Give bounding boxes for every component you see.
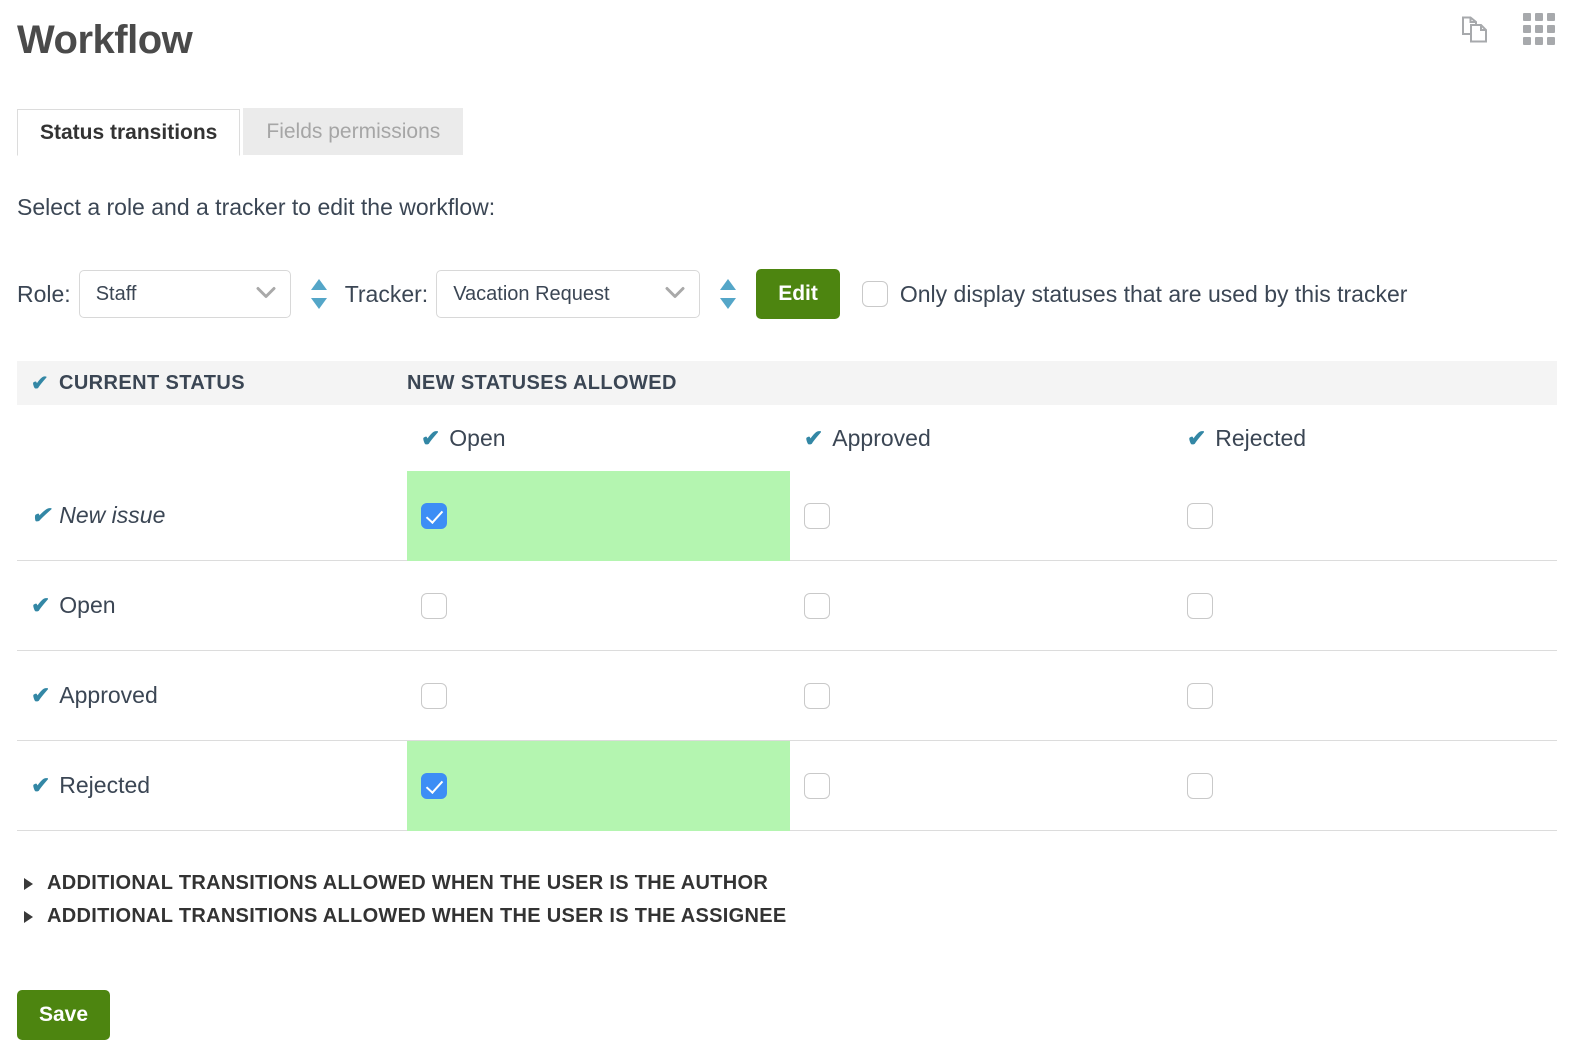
header-new-statuses-allowed: NEW STATUSES ALLOWED: [407, 372, 1543, 395]
check-icon: ✔: [31, 502, 51, 528]
table-header-band: ✔ CURRENT STATUS NEW STATUSES ALLOWED: [17, 361, 1557, 405]
cell-new-issue-rejected: [1173, 471, 1556, 561]
cell-rejected-rejected: [1173, 741, 1556, 831]
row-status-approved: ✔ Approved: [17, 682, 407, 709]
cell-open-rejected: [1173, 561, 1556, 651]
chevron-down-icon: [665, 283, 685, 306]
column-header-approved: ✔ Approved: [790, 425, 1173, 452]
table-row: ✔ Open: [17, 561, 1557, 651]
disclosure-list: ADDITIONAL TRANSITIONS ALLOWED WHEN THE …: [24, 872, 787, 938]
table-row: ✔ Approved: [17, 651, 1557, 741]
role-select-value: Staff: [95, 282, 137, 305]
transition-checkbox[interactable]: [1187, 592, 1213, 619]
tab-bar: Status transitions Fields permissions: [17, 108, 464, 156]
tab-status-transitions[interactable]: Status transitions: [17, 109, 241, 156]
only-display-label: Only display statuses that are used by t…: [899, 280, 1408, 307]
cell-rejected-approved: [790, 741, 1173, 831]
caret-right-icon: [24, 910, 33, 923]
tab-fields-permissions[interactable]: Fields permissions: [243, 108, 464, 155]
row-status-label: Open: [59, 592, 116, 618]
disclosure-author[interactable]: ADDITIONAL TRANSITIONS ALLOWED WHEN THE …: [24, 872, 787, 895]
row-status-new-issue: ✔ New issue: [17, 502, 407, 529]
check-icon: ✔: [31, 592, 51, 618]
copy-pages-icon[interactable]: [1458, 12, 1492, 46]
caret-right-icon: [24, 877, 33, 890]
header-new-statuses-label: NEW STATUSES ALLOWED: [407, 371, 677, 394]
check-icon: ✔: [31, 371, 49, 395]
only-display-option[interactable]: Only display statuses that are used by t…: [861, 280, 1408, 308]
check-icon: ✔: [1187, 424, 1207, 451]
transition-checkbox[interactable]: [804, 772, 830, 799]
transition-checkbox[interactable]: [421, 682, 447, 709]
cell-approved-open: [407, 651, 790, 741]
transition-checkbox[interactable]: [1187, 682, 1213, 709]
row-status-label: Approved: [59, 682, 158, 708]
table-row: ✔ Rejected: [17, 740, 1557, 831]
intro-text: Select a role and a tracker to edit the …: [17, 194, 496, 220]
header-current-status: ✔ CURRENT STATUS: [17, 372, 407, 395]
transition-checkbox[interactable]: [804, 682, 830, 709]
page-title: Workflow: [17, 18, 193, 62]
header-icons: [1458, 12, 1556, 46]
column-header-open-label: Open: [449, 424, 506, 451]
controls-row: Role: Staff Tracker: Vacation Request Ed…: [17, 268, 1407, 320]
chevron-down-icon: [256, 283, 276, 306]
status-column-headers: ✔ Open ✔ Approved ✔ Rejected: [17, 405, 1557, 471]
transition-checkbox[interactable]: [421, 772, 447, 799]
row-status-label: Rejected: [59, 772, 151, 798]
tracker-select-value: Vacation Request: [453, 282, 610, 305]
cell-open-open: [407, 561, 790, 651]
workflow-page: Workflow Status transitions Fields permi…: [0, 0, 1572, 1064]
cell-approved-approved: [790, 651, 1173, 741]
disclosure-assignee-label: ADDITIONAL TRANSITIONS ALLOWED WHEN THE …: [47, 905, 787, 927]
tracker-select[interactable]: Vacation Request: [436, 270, 701, 318]
workflow-table: ✔ CURRENT STATUS NEW STATUSES ALLOWED ✔ …: [17, 361, 1557, 831]
apps-grid-icon[interactable]: [1522, 12, 1556, 46]
row-status-label: New issue: [59, 502, 166, 528]
disclosure-assignee[interactable]: ADDITIONAL TRANSITIONS ALLOWED WHEN THE …: [24, 905, 787, 928]
transition-checkbox[interactable]: [421, 592, 447, 619]
cell-rejected-open: [407, 740, 790, 831]
role-label: Role:: [17, 280, 71, 307]
transition-checkbox[interactable]: [804, 592, 830, 619]
check-icon: ✔: [31, 682, 51, 708]
cell-approved-rejected: [1173, 651, 1556, 741]
row-status-open: ✔ Open: [17, 592, 407, 619]
row-status-rejected: ✔ Rejected: [17, 772, 407, 799]
transition-checkbox[interactable]: [1187, 502, 1213, 529]
column-header-rejected-label: Rejected: [1215, 424, 1307, 451]
transition-checkbox[interactable]: [1187, 772, 1213, 799]
save-button[interactable]: Save: [17, 990, 111, 1040]
transition-checkbox[interactable]: [421, 502, 447, 529]
role-select[interactable]: Staff: [78, 270, 291, 318]
only-display-checkbox[interactable]: [861, 281, 888, 307]
header-current-status-label: CURRENT STATUS: [59, 371, 245, 394]
check-icon: ✔: [31, 772, 51, 798]
check-icon: ✔: [804, 424, 824, 451]
cell-new-issue-open: [407, 470, 790, 561]
column-header-open: ✔ Open: [407, 425, 790, 452]
column-header-rejected: ✔ Rejected: [1173, 425, 1556, 452]
role-stepper[interactable]: [309, 277, 329, 311]
disclosure-author-label: ADDITIONAL TRANSITIONS ALLOWED WHEN THE …: [47, 872, 769, 894]
transition-checkbox[interactable]: [804, 502, 830, 529]
check-icon: ✔: [421, 424, 441, 451]
tracker-label: Tracker:: [344, 280, 429, 307]
tracker-stepper[interactable]: [718, 277, 738, 311]
table-row: ✔ New issue: [17, 470, 1557, 561]
column-header-approved-label: Approved: [832, 424, 931, 451]
cell-new-issue-approved: [790, 471, 1173, 561]
cell-open-approved: [790, 561, 1173, 651]
edit-button[interactable]: Edit: [756, 269, 840, 319]
